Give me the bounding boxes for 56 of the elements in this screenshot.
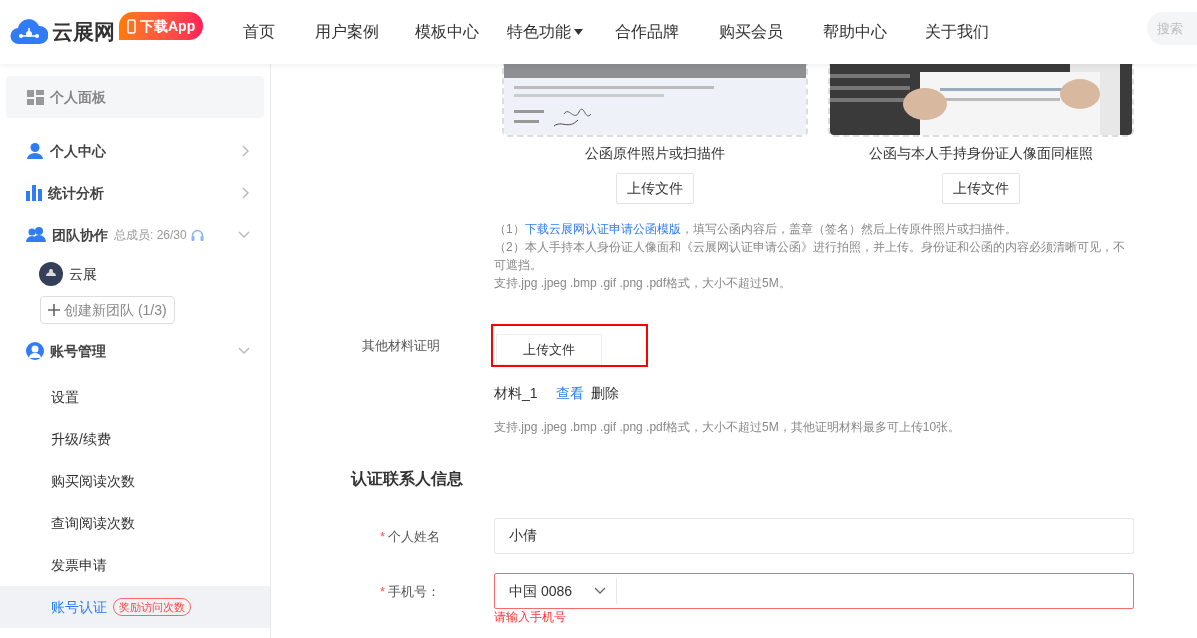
people-icon [26, 227, 46, 243]
sidebar-item[interactable]: 购买阅读次数 [0, 460, 270, 502]
hint-text: 支持.jpg .jpeg .bmp .gif .png .pdf格式，大小不超过5M，其他证明材料最多可上传10张。 [494, 419, 961, 436]
user-circle-icon [26, 342, 44, 360]
person-icon [26, 143, 44, 159]
sidebar-item[interactable]: 查询阅读次数 [0, 502, 270, 544]
note-text: （2）本人手持本人身份证人像面和《云展网认证申请公函》进行拍照，并上传。身份证和公函的内容必须清晰可见，不可遮挡。 [494, 239, 1126, 274]
upload-caption: 公函原件照片或扫描件 [585, 144, 725, 163]
sidebar-item[interactable]: 升级/续费 [0, 418, 270, 460]
upload-button[interactable]: 上传文件 [616, 173, 694, 204]
nav-link[interactable]: 合作品牌 [595, 20, 700, 44]
sidebar-section[interactable]: 团队协作 总成员: 26/30 [0, 220, 270, 250]
upload-button[interactable]: 上传文件 [942, 173, 1020, 204]
sidebar-item[interactable]: 设置 [0, 376, 270, 418]
headset-icon [190, 228, 204, 242]
error-message: 请输入手机号 [494, 610, 567, 624]
required-asterisk: * [379, 528, 385, 546]
note-text: （1）下载云展网认证申请公函模版，填写公函内容后，盖章（签名）然后上传原件照片或扫描件。 [494, 221, 1018, 238]
upload-button[interactable]: 上传文件 [496, 334, 602, 365]
name-field[interactable]: 小倩 [494, 518, 1134, 554]
note-text: 支持.jpg .jpeg .bmp .gif .png .pdf格式，大小不超过5M。 [494, 275, 792, 292]
nav-link[interactable]: 首页 [223, 20, 296, 44]
logo-text: 云展网 [52, 19, 115, 46]
team-item[interactable]: 云展 [0, 254, 270, 294]
member-count: 总成员: 26/30 [114, 227, 187, 244]
caret-icon [574, 29, 584, 35]
upload-caption: 公函与本人手持身份证人像面同框照 [869, 144, 1093, 163]
file-name: 材料_1 [494, 384, 538, 403]
template-download-link[interactable]: 下载云展网认证申请公函模版 [524, 222, 681, 236]
required-asterisk: * [379, 583, 385, 601]
nav-link[interactable]: 帮助中心 [803, 20, 908, 44]
badge-label: 下载App [140, 16, 196, 36]
field-label: 其他材料证明 [361, 337, 441, 355]
field-label: 手机号： [388, 583, 440, 601]
sidebar-item[interactable]: 账号认证 奖励访问次数 [0, 586, 270, 628]
sidebar-item[interactable]: 发票申请 [0, 544, 270, 586]
view-link[interactable]: 查看 [555, 383, 584, 404]
delete-link[interactable]: 删除 [590, 383, 619, 404]
phone-icon [127, 18, 136, 34]
sidebar-section[interactable]: 统计分析 [0, 178, 270, 208]
grid-icon [27, 89, 44, 105]
nav-link[interactable]: 模板中心 [399, 20, 496, 44]
section-title: 认证联系人信息 [351, 469, 464, 489]
nav-link[interactable]: 购买会员 [699, 20, 804, 44]
nav-link[interactable]: 特色功能 [495, 20, 596, 44]
plus-icon [48, 304, 60, 316]
nav-link[interactable]: 用户案例 [295, 20, 400, 44]
sidebar-section[interactable]: 个人中心 [0, 136, 270, 166]
team-avatar-icon [39, 262, 63, 286]
field-label: 个人姓名 [388, 528, 440, 546]
search-field[interactable]: 搜索 [1147, 12, 1197, 45]
create-team-button[interactable]: 创建新团队 (1/3) [40, 296, 175, 324]
sidebar-section[interactable]: 账号管理 [0, 336, 270, 366]
cloud-logo-icon [10, 19, 48, 45]
bar-chart-icon [26, 185, 42, 201]
nav-link[interactable]: 关于我们 [907, 20, 1008, 44]
